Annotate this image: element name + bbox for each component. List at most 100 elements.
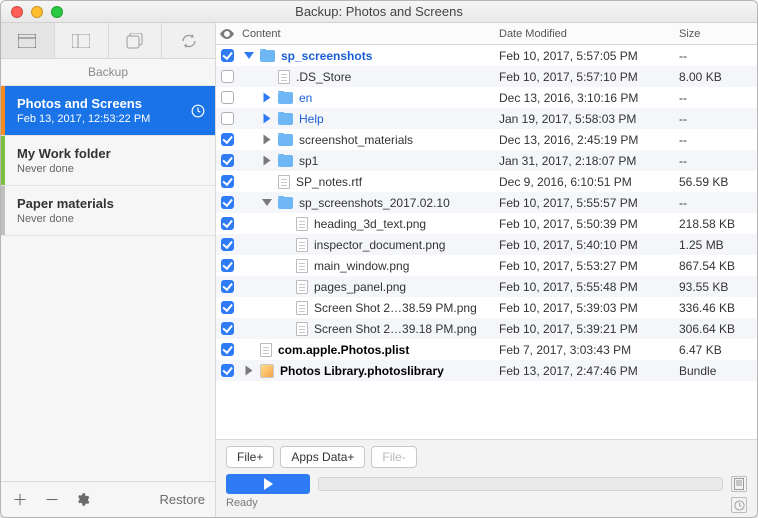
row-label: Screen Shot 2…39.18 PM.png bbox=[314, 322, 477, 336]
sidebar-item-sub: Never done bbox=[17, 163, 203, 175]
run-button[interactable] bbox=[226, 474, 310, 494]
row-checkbox[interactable] bbox=[221, 154, 234, 167]
row-checkbox[interactable] bbox=[221, 217, 234, 230]
row-size: -- bbox=[679, 196, 757, 210]
file-plus-button[interactable]: File+ bbox=[226, 446, 274, 468]
row-checkbox[interactable] bbox=[221, 133, 234, 146]
clock-icon bbox=[191, 104, 205, 118]
progress-bar bbox=[318, 477, 723, 491]
table-row[interactable]: main_window.pngFeb 10, 2017, 5:53:27 PM8… bbox=[216, 255, 757, 276]
row-date: Jan 31, 2017, 2:18:07 PM bbox=[499, 154, 679, 168]
tab-list[interactable] bbox=[1, 23, 55, 59]
table-row[interactable]: SP_notes.rtfDec 9, 2016, 6:10:51 PM56.59… bbox=[216, 171, 757, 192]
column-content[interactable]: Content bbox=[238, 28, 499, 40]
table-row[interactable]: screenshot_materials Dec 13, 2016, 2:45:1… bbox=[216, 129, 757, 150]
sidebar-toolbar bbox=[1, 23, 215, 59]
table-row[interactable]: heading_3d_text.pngFeb 10, 2017, 5:50:39… bbox=[216, 213, 757, 234]
row-checkbox[interactable] bbox=[221, 343, 234, 356]
row-checkbox[interactable] bbox=[221, 322, 234, 335]
table-row[interactable]: sp1Jan 31, 2017, 2:18:07 PM-- bbox=[216, 150, 757, 171]
tab-stack[interactable] bbox=[109, 23, 163, 59]
close-icon[interactable] bbox=[11, 6, 23, 18]
row-label: screenshot_materials bbox=[299, 133, 413, 147]
row-checkbox[interactable] bbox=[221, 70, 234, 83]
footer: File+ Apps Data+ File- Ready bbox=[216, 439, 757, 517]
titlebar: Backup: Photos and Screens bbox=[1, 1, 757, 23]
row-date: Feb 10, 2017, 5:40:10 PM bbox=[499, 238, 679, 252]
row-label: en bbox=[299, 91, 312, 105]
tab-sync[interactable] bbox=[162, 23, 215, 59]
table-row[interactable]: Screen Shot 2…38.59 PM.pngFeb 10, 2017, … bbox=[216, 297, 757, 318]
row-checkbox[interactable] bbox=[221, 112, 234, 125]
disclosure-right-icon[interactable] bbox=[264, 93, 271, 103]
minimize-icon[interactable] bbox=[31, 6, 43, 18]
row-date: Dec 13, 2016, 3:10:16 PM bbox=[499, 91, 679, 105]
table-row[interactable]: inspector_document.pngFeb 10, 2017, 5:40… bbox=[216, 234, 757, 255]
disclosure-right-icon[interactable] bbox=[246, 366, 253, 376]
row-checkbox[interactable] bbox=[221, 91, 234, 104]
disclosure-right-icon[interactable] bbox=[264, 114, 271, 124]
document-icon bbox=[734, 478, 744, 490]
eye-icon bbox=[220, 29, 234, 39]
remove-button[interactable]: － bbox=[43, 489, 61, 510]
file-icon bbox=[278, 175, 290, 189]
row-date: Feb 10, 2017, 5:55:48 PM bbox=[499, 280, 679, 294]
column-visibility[interactable] bbox=[216, 29, 238, 39]
row-size: 56.59 KB bbox=[679, 175, 757, 189]
row-checkbox[interactable] bbox=[221, 364, 234, 377]
row-checkbox[interactable] bbox=[221, 259, 234, 272]
column-size[interactable]: Size bbox=[679, 28, 757, 40]
table-row[interactable]: Screen Shot 2…39.18 PM.pngFeb 10, 2017, … bbox=[216, 318, 757, 339]
table-row[interactable]: sp_screenshotsFeb 10, 2017, 5:57:05 PM-- bbox=[216, 45, 757, 66]
table-row[interactable]: Photos Library.photoslibraryFeb 13, 2017… bbox=[216, 360, 757, 381]
row-date: Dec 13, 2016, 2:45:19 PM bbox=[499, 133, 679, 147]
add-button[interactable]: ＋ bbox=[11, 489, 29, 510]
panel-icon bbox=[72, 34, 90, 48]
row-checkbox[interactable] bbox=[221, 49, 234, 62]
table-row[interactable]: HelpJan 19, 2017, 5:58:03 PM-- bbox=[216, 108, 757, 129]
disclosure-right-icon[interactable] bbox=[264, 135, 271, 145]
row-date: Feb 10, 2017, 5:57:10 PM bbox=[499, 70, 679, 84]
photos-library-icon bbox=[260, 364, 274, 378]
disclosure-down-icon[interactable] bbox=[244, 52, 254, 59]
folder-icon bbox=[278, 134, 293, 146]
table-row[interactable]: enDec 13, 2016, 3:10:16 PM-- bbox=[216, 87, 757, 108]
row-checkbox[interactable] bbox=[221, 280, 234, 293]
row-size: 336.46 KB bbox=[679, 301, 757, 315]
row-checkbox[interactable] bbox=[221, 238, 234, 251]
column-date[interactable]: Date Modified bbox=[499, 28, 679, 40]
table-row[interactable]: sp_screenshots_2017.02.10Feb 10, 2017, 5… bbox=[216, 192, 757, 213]
sidebar-item-0[interactable]: Photos and ScreensFeb 13, 2017, 12:53:22… bbox=[1, 86, 215, 136]
sidebar-item-1[interactable]: My Work folderNever done bbox=[1, 136, 215, 186]
table-row[interactable]: pages_panel.pngFeb 10, 2017, 5:55:48 PM9… bbox=[216, 276, 757, 297]
window-title: Backup: Photos and Screens bbox=[1, 4, 757, 19]
sidebar-item-sub: Feb 13, 2017, 12:53:22 PM bbox=[17, 113, 203, 125]
row-date: Feb 10, 2017, 5:53:27 PM bbox=[499, 259, 679, 273]
tab-panel[interactable] bbox=[55, 23, 109, 59]
app-window: Backup: Photos and Screens Backup Photos… bbox=[0, 0, 758, 518]
restore-button[interactable]: Restore bbox=[159, 492, 205, 507]
row-size: 93.55 KB bbox=[679, 280, 757, 294]
row-checkbox[interactable] bbox=[221, 196, 234, 209]
disclosure-right-icon[interactable] bbox=[264, 156, 271, 166]
row-size: Bundle bbox=[679, 364, 757, 378]
row-size: -- bbox=[679, 154, 757, 168]
row-checkbox[interactable] bbox=[221, 301, 234, 314]
row-size: 218.58 KB bbox=[679, 217, 757, 231]
row-checkbox[interactable] bbox=[221, 175, 234, 188]
table-row[interactable]: .DS_StoreFeb 10, 2017, 5:57:10 PM8.00 KB bbox=[216, 66, 757, 87]
sidebar-item-2[interactable]: Paper materialsNever done bbox=[1, 186, 215, 236]
schedule-button[interactable] bbox=[731, 497, 747, 513]
folder-icon bbox=[260, 50, 275, 62]
log-button[interactable] bbox=[731, 476, 747, 492]
row-label: main_window.png bbox=[314, 259, 409, 273]
sidebar-item-sub: Never done bbox=[17, 213, 203, 225]
table-row[interactable]: com.apple.Photos.plistFeb 7, 2017, 3:03:… bbox=[216, 339, 757, 360]
apps-data-button[interactable]: Apps Data+ bbox=[280, 446, 365, 468]
zoom-icon[interactable] bbox=[51, 6, 63, 18]
settings-button[interactable] bbox=[75, 492, 93, 507]
play-icon bbox=[264, 478, 273, 490]
file-icon bbox=[296, 238, 308, 252]
row-label: Help bbox=[299, 112, 324, 126]
disclosure-down-icon[interactable] bbox=[262, 199, 272, 206]
